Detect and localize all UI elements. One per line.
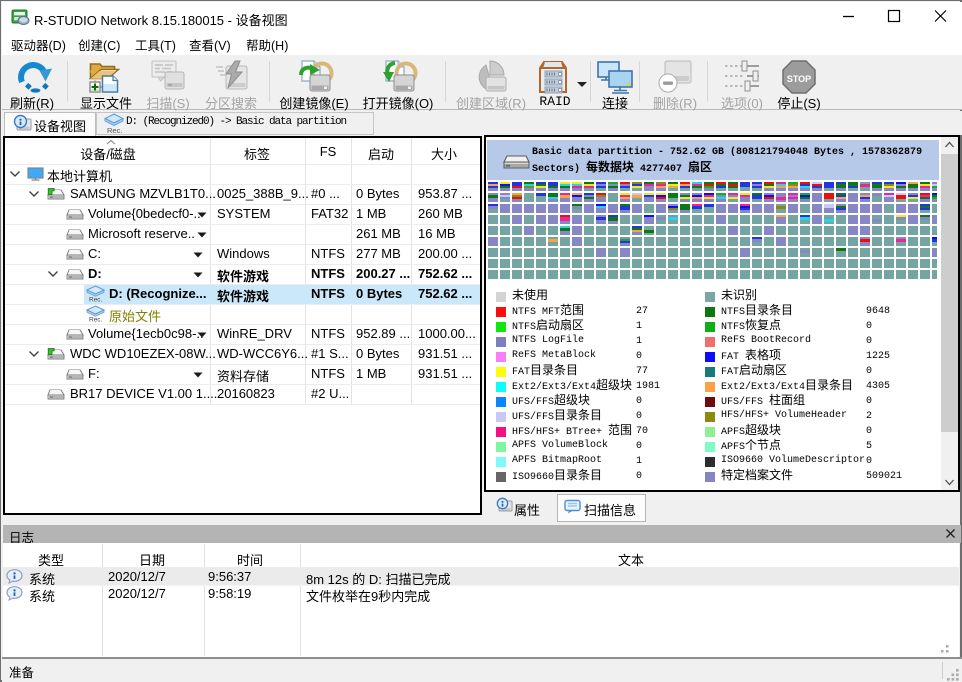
svg-text:Rec.: Rec. (89, 317, 103, 323)
svg-text:Rec.: Rec. (107, 126, 122, 134)
svg-text:Rec.: Rec. (89, 297, 103, 303)
svg-text:STOP: STOP (787, 74, 811, 84)
